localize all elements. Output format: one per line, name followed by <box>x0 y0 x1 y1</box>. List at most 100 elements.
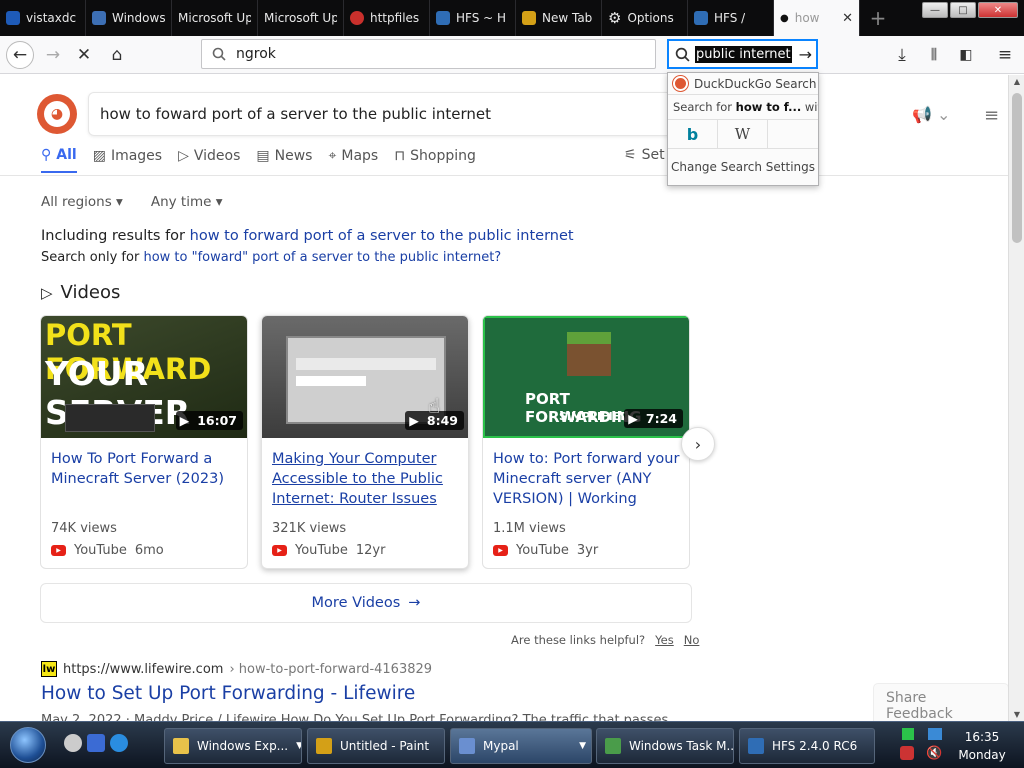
wikipedia-engine-button[interactable]: W <box>718 119 768 149</box>
window-controls: — □ ✕ <box>922 2 1018 18</box>
browser-tab-8[interactable]: ⚙ Options <box>602 0 688 36</box>
tab-label: Set <box>641 147 665 163</box>
duration-text: 7:24 <box>645 411 677 426</box>
minimize-button[interactable]: — <box>922 2 948 18</box>
tray-status-icon[interactable] <box>902 728 914 740</box>
internet-explorer-icon[interactable] <box>110 734 128 752</box>
helpful-no-link[interactable]: No <box>684 633 700 647</box>
duckduckgo-logo[interactable]: ◕ <box>37 94 77 134</box>
source-name: YouTube <box>295 543 348 558</box>
result-title[interactable]: How to Set Up Port Forwarding - Lifewire <box>41 683 415 704</box>
video-title[interactable]: How to: Port forward your Minecraft serv… <box>493 449 683 509</box>
tab-all[interactable]: ⚲ All <box>41 147 77 173</box>
tab-label: Videos <box>193 148 241 164</box>
time-filter[interactable]: Any time ▾ <box>151 194 223 210</box>
forward-button[interactable]: → <box>39 41 67 69</box>
start-button[interactable] <box>10 727 46 763</box>
search-filters: All regions ▾ Any time ▾ <box>41 194 223 210</box>
windows-taskbar: Windows Exp...▼ Untitled - Paint Mypal▼ … <box>0 721 1024 768</box>
tab-images[interactable]: ▨ Images <box>93 147 162 173</box>
taskbar-hfs[interactable]: HFS 2.4.0 RC6 <box>739 728 875 764</box>
youtube-icon: ▶ <box>272 545 287 556</box>
videos-next-button[interactable]: › <box>681 427 715 461</box>
tab-settings[interactable]: ⚟ Set <box>624 147 665 163</box>
chevron-down-icon: ▼ <box>296 741 301 751</box>
time-filter-label: Any time <box>150 194 212 210</box>
change-search-settings-button[interactable]: Change Search Settings <box>668 149 818 185</box>
tab-maps[interactable]: ⌖ Maps <box>328 147 378 173</box>
back-button[interactable]: ← <box>6 41 34 69</box>
browser-tab-5[interactable]: httpfiles <box>344 0 430 36</box>
sidebar-button[interactable]: ◧ <box>952 41 980 69</box>
taskbar-mypal[interactable]: Mypal ▼ <box>450 728 592 764</box>
browser-tab-7[interactable]: New Tab <box>516 0 602 36</box>
thumbnail-screenshot <box>65 404 155 432</box>
taskbar-paint[interactable]: Untitled - Paint <box>307 728 445 764</box>
share-feedback-button[interactable]: Share Feedback <box>874 684 1008 721</box>
taskbar-task-manager[interactable]: Windows Task M... <box>596 728 734 764</box>
new-tab-button[interactable]: + <box>860 0 896 36</box>
page-scrollbar[interactable]: ▲ ▼ <box>1008 75 1024 721</box>
chevron-right-icon: › <box>694 434 702 454</box>
megaphone-icon[interactable]: 📢 ⌄ <box>912 105 950 124</box>
maximize-button[interactable]: □ <box>950 2 976 18</box>
close-tab-icon[interactable]: ✕ <box>842 11 853 26</box>
video-card-1[interactable]: PORT FORWARD YOUR SERVER ▶16:07 How To P… <box>40 315 248 569</box>
search-go-icon[interactable]: → <box>799 45 812 64</box>
show-desktop-icon[interactable] <box>87 734 105 752</box>
tab-label: News <box>274 148 313 164</box>
region-filter[interactable]: All regions ▾ <box>41 194 123 210</box>
tab-videos[interactable]: ▷ Videos <box>178 147 240 173</box>
settings-sliders-icon: ⚟ <box>624 147 637 163</box>
video-title[interactable]: How To Port Forward a Minecraft Server (… <box>51 449 241 489</box>
folder-icon <box>173 738 189 754</box>
hamburger-icon[interactable]: ≡ <box>984 105 999 126</box>
browser-tab-6[interactable]: HFS ~ H <box>430 0 516 36</box>
security-shield-icon[interactable] <box>900 746 914 760</box>
taskbar-windows-explorer[interactable]: Windows Exp... ▼ <box>164 728 302 764</box>
home-button[interactable]: ⌂ <box>103 41 131 69</box>
tab-shopping[interactable]: ⊓ Shopping <box>394 147 476 173</box>
verticals-nav: ⚲ All ▨ Images ▷ Videos ▤ News ⌖ Maps ⊓ Shoppi… <box>41 147 476 173</box>
video-thumbnail[interactable]: PORT FORWARDING SIMPLIFIED ▶ 7:24 <box>483 316 689 438</box>
search-bar[interactable]: public internet → <box>667 39 818 69</box>
downloads-button[interactable]: ⤓ <box>888 41 916 69</box>
including-link[interactable]: how to forward port of a server to the p… <box>190 228 574 244</box>
map-pin-icon: ⌖ <box>328 148 337 164</box>
stop-button[interactable]: ✕ <box>70 41 98 69</box>
result-url[interactable]: lw https://www.lifewire.com › how-to-por… <box>41 661 432 677</box>
video-thumbnail[interactable]: PORT FORWARD YOUR SERVER ▶16:07 <box>41 316 247 438</box>
task-manager-icon <box>605 738 621 754</box>
result-path: › how-to-port-forward-4163829 <box>229 661 433 677</box>
url-bar[interactable]: ngrok <box>201 39 656 69</box>
library-button[interactable]: ⫼ <box>920 41 948 69</box>
browser-tab-3[interactable]: Microsoft Up <box>172 0 258 36</box>
close-window-button[interactable]: ✕ <box>978 2 1018 18</box>
system-clock[interactable]: 16:35 Monday <box>952 728 1012 764</box>
video-thumbnail[interactable]: ▶ 8:49 ☝ <box>262 316 468 438</box>
browser-tab-active[interactable]: ● how ✕ <box>774 0 860 36</box>
browser-tab-1[interactable]: vistaxdc <box>0 0 86 36</box>
menu-button[interactable]: ≡ <box>991 41 1019 69</box>
scroll-down-icon[interactable]: ▼ <box>1009 710 1024 719</box>
bing-engine-button[interactable]: b <box>668 119 718 149</box>
browser-tab-9[interactable]: HFS / <box>688 0 774 36</box>
play-icon: ▶ <box>628 411 638 426</box>
quicklaunch-icon[interactable] <box>64 734 82 752</box>
serp-search-input[interactable]: how to foward port of a server to the pu… <box>88 92 688 136</box>
browser-tab-2[interactable]: Windows <box>86 0 172 36</box>
videos-heading[interactable]: ▷ Videos <box>41 282 120 303</box>
helpful-yes-link[interactable]: Yes <box>655 633 674 647</box>
video-card-2[interactable]: ▶ 8:49 ☝ Making Your Computer Accessible … <box>261 315 469 569</box>
video-card-3[interactable]: PORT FORWARDING SIMPLIFIED ▶ 7:24 How to:… <box>482 315 690 569</box>
scrollbar-thumb[interactable] <box>1012 93 1022 243</box>
network-icon[interactable] <box>928 728 942 740</box>
scroll-up-icon[interactable]: ▲ <box>1009 77 1024 86</box>
tab-news[interactable]: ▤ News <box>256 147 312 173</box>
video-title[interactable]: Making Your Computer Accessible to the P… <box>272 449 462 509</box>
searchonly-link[interactable]: how to "foward" port of a server to the … <box>143 250 501 265</box>
more-videos-button[interactable]: More Videos → <box>40 583 692 623</box>
browser-tab-4[interactable]: Microsoft Up <box>258 0 344 36</box>
change-settings-label: Change Search Settings <box>670 160 816 174</box>
volume-muted-icon[interactable]: 🔇 <box>926 746 942 761</box>
